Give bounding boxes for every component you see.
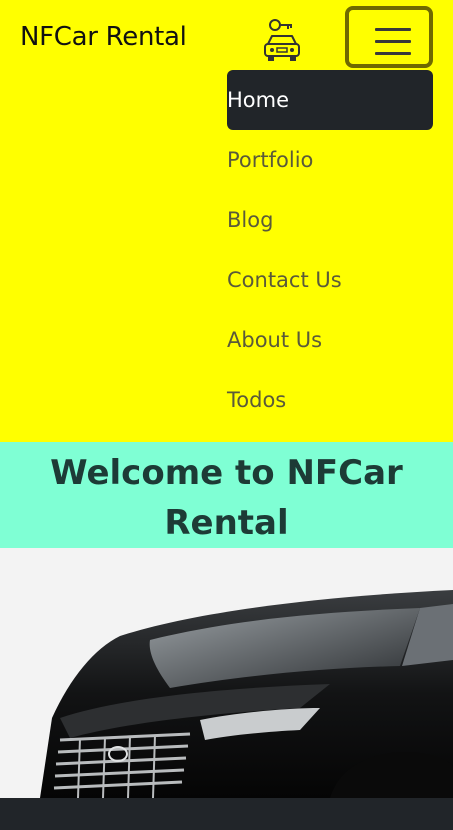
hamburger-menu-icon-bar: [375, 52, 411, 55]
navbar: NFCar Rental Home Portfolio Blog Contact…: [0, 0, 453, 442]
nav-item-todos[interactable]: Todos: [227, 370, 433, 430]
brand-name[interactable]: NFCar Rental: [20, 22, 187, 52]
black-minivan-image: [0, 548, 453, 798]
nav-item-blog[interactable]: Blog: [227, 190, 433, 250]
nav-menu: Home Portfolio Blog Contact Us About Us …: [227, 70, 433, 430]
footer-bar: [0, 798, 453, 830]
nav-item-contact-us[interactable]: Contact Us: [227, 250, 433, 310]
nav-item-about-us[interactable]: About Us: [227, 310, 433, 370]
navbar-toggler-button[interactable]: [345, 6, 433, 68]
nav-item-portfolio[interactable]: Portfolio: [227, 130, 433, 190]
welcome-banner: Welcome to NFCar Rental: [0, 442, 453, 548]
hamburger-menu-icon-bar: [375, 40, 411, 43]
nav-item-home[interactable]: Home: [227, 70, 433, 130]
page: NFCar Rental Home Portfolio Blog Contact…: [0, 0, 453, 830]
car-key-icon: [262, 16, 302, 64]
hamburger-menu-icon: [375, 28, 411, 31]
welcome-title: Welcome to NFCar Rental: [50, 453, 403, 543]
